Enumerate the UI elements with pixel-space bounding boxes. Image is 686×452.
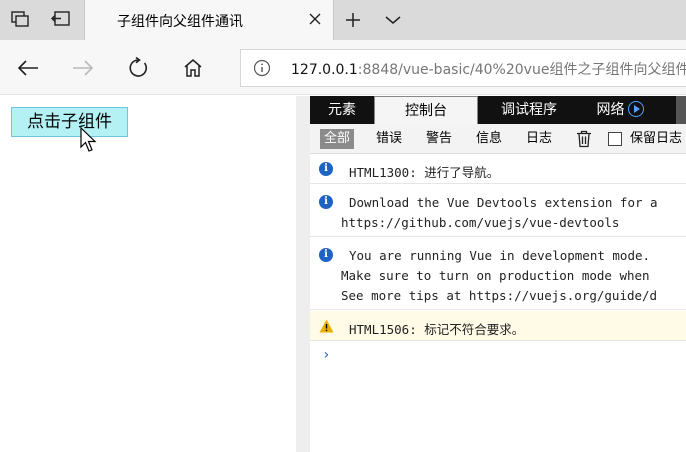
message-line: See more tips at https://vuejs.org/guide… <box>341 288 658 303</box>
preserve-log-label: 保留日志 <box>630 131 683 146</box>
console-message: i You are running Vue in development mod… <box>310 238 686 310</box>
tab-network[interactable]: 网络 <box>590 96 650 124</box>
forward-arrow-icon[interactable] <box>68 53 98 83</box>
address-url[interactable]: 127.0.0.1:8848/vue-basic/40%20vue组件之子组件向… <box>291 59 686 79</box>
tab-title: 子组件向父组件通讯 <box>117 14 243 30</box>
tab-overflow[interactable] <box>676 96 686 124</box>
address-path: :8848/vue-basic/40%20vue组件之子组件向父组件 <box>357 62 686 78</box>
info-icon[interactable] <box>253 59 271 77</box>
tab-network-label: 网络 <box>596 102 625 118</box>
page-content: 点击子组件 <box>0 96 296 452</box>
message-line: You are running Vue in development mode. <box>349 248 651 263</box>
info-icon: i <box>319 248 333 262</box>
message-line: HTML1506: 标记不符合要求。 <box>349 322 525 337</box>
refresh-icon[interactable] <box>123 53 153 83</box>
play-icon <box>627 101 644 117</box>
filter-errors[interactable]: 错误 <box>372 129 406 149</box>
filter-all[interactable]: 全部 <box>320 129 355 149</box>
tab-console[interactable]: 控制台 <box>374 96 478 124</box>
message-line: HTML1300: 进行了导航。 <box>349 165 500 180</box>
info-icon: i <box>319 195 333 209</box>
console-prompt[interactable]: › <box>322 347 330 363</box>
console-filters: 全部 错误 警告 信息 日志 保留日志 <box>310 124 686 154</box>
address-bar[interactable]: 127.0.0.1:8848/vue-basic/40%20vue组件之子组件向… <box>240 49 686 87</box>
filter-info[interactable]: 信息 <box>472 129 506 149</box>
tab-preview-icon[interactable] <box>46 6 74 32</box>
child-component-button[interactable]: 点击子组件 <box>11 107 128 137</box>
tab-debugger[interactable]: 调试程序 <box>488 96 570 124</box>
console-message: i Download the Vue Devtools extension fo… <box>310 185 686 237</box>
mouse-cursor-icon <box>80 127 97 152</box>
trash-icon[interactable] <box>576 130 592 152</box>
message-line: Download the Vue Devtools extension for … <box>349 195 658 210</box>
close-tab-icon[interactable] <box>304 8 326 30</box>
console-warning: HTML1506: 标记不符合要求。 <box>310 311 686 341</box>
info-icon: i <box>319 162 333 176</box>
home-icon[interactable] <box>178 53 208 83</box>
devtools-panel: 元素 控制台 调试程序 网络 全部 错误 警告 信息 日志 保留日志 i HTM… <box>310 96 686 452</box>
new-tab-icon[interactable] <box>340 7 366 33</box>
tab-set-aside-icon[interactable] <box>6 6 34 32</box>
filter-logs[interactable]: 日志 <box>522 129 556 149</box>
nav-bar: 127.0.0.1:8848/vue-basic/40%20vue组件之子组件向… <box>0 40 686 95</box>
address-host: 127.0.0.1 <box>291 62 358 78</box>
tab-active[interactable]: 子组件向父组件通讯 <box>84 0 334 41</box>
panel-splitter[interactable] <box>296 96 310 452</box>
tab-bar: 子组件向父组件通讯 <box>0 0 686 41</box>
warning-icon <box>319 319 334 333</box>
back-arrow-icon[interactable] <box>13 53 43 83</box>
filter-warnings[interactable]: 警告 <box>422 129 456 149</box>
message-line: Make sure to turn on production mode whe… <box>341 268 650 283</box>
devtools-tabs: 元素 控制台 调试程序 网络 <box>310 96 686 124</box>
tab-elements[interactable]: 元素 <box>316 96 368 124</box>
console-message: i HTML1300: 进行了导航。 <box>310 154 686 184</box>
chevron-down-icon[interactable] <box>380 7 406 33</box>
preserve-log-checkbox[interactable] <box>608 132 622 146</box>
message-line[interactable]: https://github.com/vuejs/vue-devtools <box>341 215 619 230</box>
